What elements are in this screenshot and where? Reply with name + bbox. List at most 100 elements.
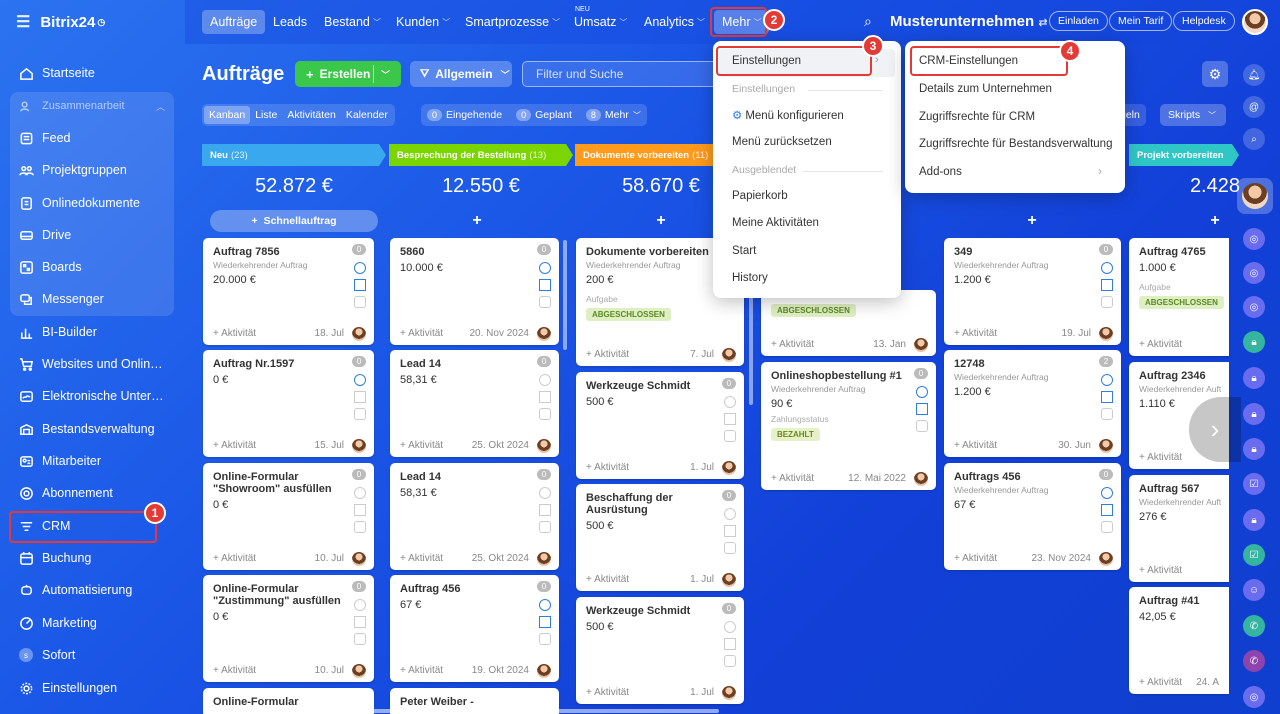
add-activity[interactable]: + Aktivität xyxy=(213,440,256,451)
kanban-card[interactable]: Online-Formular "Zustimmung" ausfüllen 0… xyxy=(203,575,374,682)
sidebar-item-websites[interactable]: Websites und Onlineshops xyxy=(10,350,175,378)
chat-search-icon[interactable]: ⌕ xyxy=(1243,128,1265,150)
phone-icon[interactable] xyxy=(354,599,366,611)
phone-icon[interactable] xyxy=(539,374,551,386)
search-input[interactable]: Filter und Suche xyxy=(522,61,722,87)
kanban-card[interactable]: Auftrag 456 67 € 0 + Aktivität 19. Okt 20… xyxy=(390,575,559,682)
chat-icon[interactable] xyxy=(539,633,551,645)
add-activity[interactable]: + Aktivität xyxy=(1139,339,1182,350)
mail-icon[interactable] xyxy=(724,638,736,650)
add-activity[interactable]: + Aktivität xyxy=(771,339,814,350)
task-icon[interactable]: ☑ xyxy=(1243,473,1265,495)
sidebar-item-marketing[interactable]: Marketing xyxy=(10,609,175,637)
search-icon[interactable]: ⌕ xyxy=(864,13,872,30)
sidebar-item-drive[interactable]: Drive xyxy=(10,221,175,249)
phone-icon[interactable] xyxy=(354,374,366,386)
add-activity[interactable]: + Aktivität xyxy=(213,665,256,676)
chevron-down-icon[interactable]: ﹀ xyxy=(381,68,390,81)
chat-icon[interactable] xyxy=(1101,521,1113,533)
counter-mehr[interactable]: 8 Mehr ﹀ xyxy=(585,109,641,121)
kanban-card[interactable]: Werkzeuge Schmidt 500 € 0 + Aktivität 1. … xyxy=(576,372,744,479)
mail-icon[interactable] xyxy=(1101,279,1113,291)
add-activity[interactable]: + Aktivität xyxy=(954,553,997,564)
chat-icon[interactable] xyxy=(354,521,366,533)
mail-icon[interactable] xyxy=(1101,391,1113,403)
counter-geplant[interactable]: 0 Geplant xyxy=(516,109,572,121)
tariff-button[interactable]: Mein Tarif xyxy=(1109,11,1173,31)
copilot-icon[interactable]: ◎ xyxy=(1243,262,1265,284)
chat-icon[interactable] xyxy=(354,633,366,645)
lock-icon[interactable]: 🔒︎ xyxy=(1243,367,1265,389)
add-activity[interactable]: + Aktivität xyxy=(213,553,256,564)
sidebar-item-projektgruppen[interactable]: Projektgruppen xyxy=(10,156,175,184)
phone-icon[interactable] xyxy=(724,508,736,520)
add-activity[interactable]: + Aktivität xyxy=(954,328,997,339)
kanban-card[interactable]: Auftrag Nr.1597 0 € 0 + Aktivität 15. Jul xyxy=(203,350,374,457)
scrollbar[interactable] xyxy=(563,240,567,350)
kanban-card[interactable]: Auftrags 456 Wiederkehrender Auftrag 67 … xyxy=(944,463,1121,570)
sidebar-group-zusammenarbeit[interactable]: Zusammenarbeit ︿ xyxy=(10,92,175,120)
add-activity[interactable]: + Aktivität xyxy=(400,553,443,564)
kanban-card[interactable]: 5860 10.000 € 0 + Aktivität 20. Nov 2024 xyxy=(390,238,559,345)
chat-icon[interactable] xyxy=(354,408,366,420)
add-activity[interactable]: + Aktivität xyxy=(1139,452,1182,463)
counter-eingehende[interactable]: 0 Eingehende xyxy=(427,109,502,121)
mail-icon[interactable] xyxy=(354,616,366,628)
sidebar-item-buchung[interactable]: Buchung xyxy=(10,544,175,572)
column-header-besprechung[interactable]: Besprechung der Bestellung (13) xyxy=(389,144,573,166)
mail-icon[interactable] xyxy=(1101,504,1113,516)
sidebar-item-boards[interactable]: Boards xyxy=(10,253,175,281)
logo[interactable]: ☰ Bitrix24 ◷ xyxy=(16,12,105,32)
menu-item-history[interactable]: History xyxy=(732,272,768,284)
sidebar-item-onlinedokumente[interactable]: Onlinedokumente xyxy=(10,189,175,217)
phone-icon[interactable]: ✆ xyxy=(1243,615,1265,637)
chevron-up-icon[interactable]: ︿ xyxy=(156,100,165,113)
add-activity[interactable]: + Aktivität xyxy=(1139,565,1182,576)
invite-button[interactable]: Einladen xyxy=(1049,11,1108,31)
chat-icon[interactable] xyxy=(724,655,736,667)
create-button[interactable]: + Erstellen ﹀ xyxy=(295,61,401,87)
lock-icon[interactable]: 🔒︎ xyxy=(1243,403,1265,425)
mail-icon[interactable] xyxy=(916,403,928,415)
column-header-neu[interactable]: Neu (23) xyxy=(202,144,386,166)
chat-icon[interactable] xyxy=(539,408,551,420)
tab-auftraege[interactable]: Aufträge xyxy=(202,10,266,34)
copilot-icon[interactable]: ◎ xyxy=(1243,296,1265,318)
column-header-projekt[interactable]: Projekt vorbereiten xyxy=(1129,144,1239,166)
mail-icon[interactable] xyxy=(354,279,366,291)
sidebar-item-signatur[interactable]: Elektronische Unterschrift xyxy=(10,382,175,410)
view-aktivitaeten[interactable]: Aktivitäten xyxy=(282,106,340,124)
kanban-card[interactable]: Lead 14 58,31 € 0 + Aktivität 25. Okt 202… xyxy=(390,463,559,570)
sidebar-item-automatisierung[interactable]: Automatisierung xyxy=(10,576,175,604)
add-activity[interactable]: + Aktivität xyxy=(213,328,256,339)
kanban-card[interactable]: ABGESCHLOSSEN + Aktivität 13. Jan xyxy=(761,290,936,356)
sidebar-item-einstellungen[interactable]: Einstellungen xyxy=(10,674,175,702)
menu-item-menue-zuruecksetzen[interactable]: Menü zurücksetzen xyxy=(732,136,832,148)
menu-icon[interactable]: ☰ xyxy=(16,12,30,32)
menu-item-zugriffsrechte-crm[interactable]: Zugriffsrechte für CRM xyxy=(919,111,1035,123)
company-name[interactable]: Musterunternehmen ⇄ xyxy=(890,13,1048,30)
mail-icon[interactable] xyxy=(539,391,551,403)
tab-analytics[interactable]: Analytics ﹀ xyxy=(636,10,713,34)
add-card-plus[interactable]: + xyxy=(1200,212,1230,230)
tab-kunden[interactable]: Kunden ﹀ xyxy=(388,10,458,34)
mail-icon[interactable] xyxy=(354,504,366,516)
phone-icon[interactable] xyxy=(1101,262,1113,274)
at-icon[interactable]: @ xyxy=(1243,96,1265,118)
menu-item-start[interactable]: Start xyxy=(732,245,756,257)
quick-order-button[interactable]: + Schnellauftrag xyxy=(210,210,378,232)
sidebar-item-startseite[interactable]: Startseite xyxy=(10,59,175,87)
mail-icon[interactable] xyxy=(354,391,366,403)
sidebar-item-bi-builder[interactable]: BI-Builder xyxy=(10,318,175,346)
kanban-card[interactable]: Auftrag #41 42,05 € + Aktivität 24. A xyxy=(1129,587,1229,694)
kanban-card[interactable]: Beschaffung der Ausrüstung 500 € 0 + Akt… xyxy=(576,484,744,591)
scripts-button[interactable]: Skripts ﹀ xyxy=(1160,104,1226,126)
horizontal-scrollbar[interactable] xyxy=(203,709,719,713)
view-kalender[interactable]: Kalender xyxy=(341,106,393,124)
copilot-icon[interactable]: ◎ xyxy=(1243,228,1265,250)
view-liste[interactable]: Liste xyxy=(250,106,282,124)
menu-item-details-unternehmen[interactable]: Details zum Unternehmen xyxy=(919,83,1052,95)
kanban-card[interactable]: Auftrag 7856 Wiederkehrender Auftrag 20.… xyxy=(203,238,374,345)
kanban-card[interactable]: Werkzeuge Schmidt 500 € 0 + Aktivität 1. … xyxy=(576,597,744,704)
kanban-card[interactable]: Auftrag 567 Wiederkehrender Auft 276 € +… xyxy=(1129,475,1229,582)
